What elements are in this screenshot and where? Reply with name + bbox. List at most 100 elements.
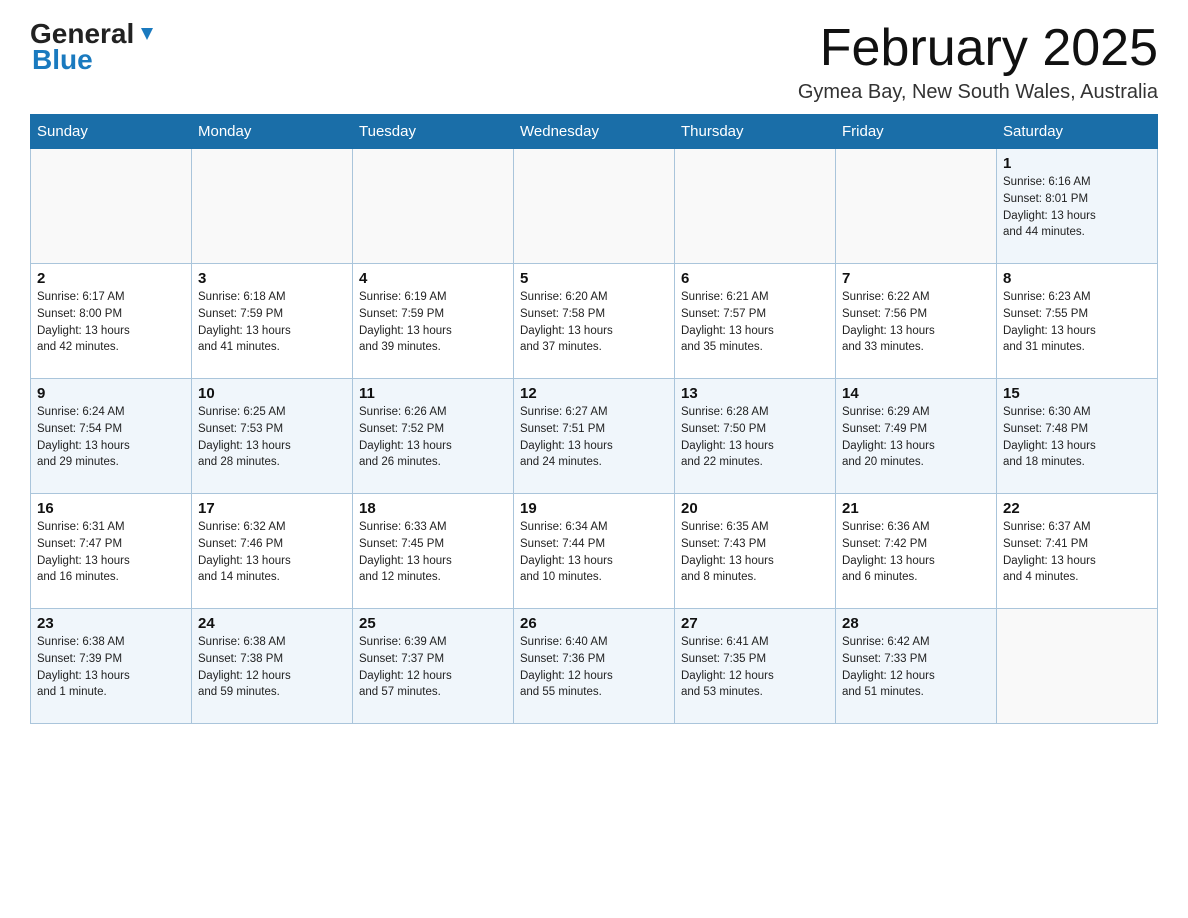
day-number: 9 [37, 385, 185, 402]
day-info: Sunrise: 6:27 AM Sunset: 7:51 PM Dayligh… [520, 404, 668, 471]
day-number: 28 [842, 615, 990, 632]
day-number: 17 [198, 500, 346, 517]
day-number: 20 [681, 500, 829, 517]
day-info: Sunrise: 6:30 AM Sunset: 7:48 PM Dayligh… [1003, 404, 1151, 471]
day-number: 16 [37, 500, 185, 517]
calendar-cell: 13 Sunrise: 6:28 AM Sunset: 7:50 PM Dayli… [675, 379, 836, 494]
weekday-header-tuesday: Tuesday [353, 115, 514, 149]
day-info: Sunrise: 6:42 AM Sunset: 7:33 PM Dayligh… [842, 634, 990, 701]
day-number: 24 [198, 615, 346, 632]
day-info: Sunrise: 6:41 AM Sunset: 7:35 PM Dayligh… [681, 634, 829, 701]
day-info: Sunrise: 6:28 AM Sunset: 7:50 PM Dayligh… [681, 404, 829, 471]
day-info: Sunrise: 6:17 AM Sunset: 8:00 PM Dayligh… [37, 289, 185, 356]
weekday-header-friday: Friday [836, 115, 997, 149]
day-number: 22 [1003, 500, 1151, 517]
day-number: 6 [681, 270, 829, 287]
calendar-week-row: 2 Sunrise: 6:17 AM Sunset: 8:00 PM Daylig… [31, 264, 1158, 379]
calendar-cell: 1Sunrise: 6:16 AM Sunset: 8:01 PM Daylig… [997, 149, 1158, 264]
calendar-cell: 3Sunrise: 6:18 AM Sunset: 7:59 PM Daylig… [192, 264, 353, 379]
day-number: 2 [37, 270, 185, 287]
calendar-cell: 28 Sunrise: 6:42 AM Sunset: 7:33 PM Dayli… [836, 609, 997, 724]
calendar-cell: 17 Sunrise: 6:32 AM Sunset: 7:46 PM Dayli… [192, 494, 353, 609]
day-number: 15 [1003, 385, 1151, 402]
day-info: Sunrise: 6:24 AM Sunset: 7:54 PM Dayligh… [37, 404, 185, 471]
calendar-cell: 15 Sunrise: 6:30 AM Sunset: 7:48 PM Dayli… [997, 379, 1158, 494]
calendar-cell: 21Sunrise: 6:36 AM Sunset: 7:42 PM Dayli… [836, 494, 997, 609]
calendar-cell: 16 Sunrise: 6:31 AM Sunset: 7:47 PM Dayli… [31, 494, 192, 609]
calendar-cell [997, 609, 1158, 724]
day-info: Sunrise: 6:35 AM Sunset: 7:43 PM Dayligh… [681, 519, 829, 586]
day-info: Sunrise: 6:38 AM Sunset: 7:38 PM Dayligh… [198, 634, 346, 701]
title-area: February 2025 Gymea Bay, New South Wales… [798, 20, 1158, 104]
day-number: 14 [842, 385, 990, 402]
calendar-cell [514, 149, 675, 264]
calendar-cell: 22 Sunrise: 6:37 AM Sunset: 7:41 PM Dayli… [997, 494, 1158, 609]
day-info: Sunrise: 6:25 AM Sunset: 7:53 PM Dayligh… [198, 404, 346, 471]
calendar-cell: 14 Sunrise: 6:29 AM Sunset: 7:49 PM Dayli… [836, 379, 997, 494]
calendar-cell: 9 Sunrise: 6:24 AM Sunset: 7:54 PM Daylig… [31, 379, 192, 494]
day-number: 11 [359, 385, 507, 402]
day-number: 27 [681, 615, 829, 632]
day-info: Sunrise: 6:31 AM Sunset: 7:47 PM Dayligh… [37, 519, 185, 586]
calendar-cell [353, 149, 514, 264]
page-header: General Blue February 2025 Gymea Bay, Ne… [30, 20, 1158, 104]
calendar-cell: 25 Sunrise: 6:39 AM Sunset: 7:37 PM Dayli… [353, 609, 514, 724]
calendar-cell: 11 Sunrise: 6:26 AM Sunset: 7:52 PM Dayli… [353, 379, 514, 494]
day-info: Sunrise: 6:33 AM Sunset: 7:45 PM Dayligh… [359, 519, 507, 586]
day-number: 12 [520, 385, 668, 402]
day-info: Sunrise: 6:21 AM Sunset: 7:57 PM Dayligh… [681, 289, 829, 356]
day-number: 1 [1003, 155, 1151, 172]
calendar-cell: 8Sunrise: 6:23 AM Sunset: 7:55 PM Daylig… [997, 264, 1158, 379]
day-number: 4 [359, 270, 507, 287]
day-number: 25 [359, 615, 507, 632]
day-number: 13 [681, 385, 829, 402]
calendar-cell: 12 Sunrise: 6:27 AM Sunset: 7:51 PM Dayli… [514, 379, 675, 494]
weekday-header-monday: Monday [192, 115, 353, 149]
calendar-cell [31, 149, 192, 264]
calendar-week-row: 9 Sunrise: 6:24 AM Sunset: 7:54 PM Daylig… [31, 379, 1158, 494]
day-info: Sunrise: 6:37 AM Sunset: 7:41 PM Dayligh… [1003, 519, 1151, 586]
calendar-cell: 27 Sunrise: 6:41 AM Sunset: 7:35 PM Dayli… [675, 609, 836, 724]
weekday-header-wednesday: Wednesday [514, 115, 675, 149]
calendar-cell: 10 Sunrise: 6:25 AM Sunset: 7:53 PM Dayli… [192, 379, 353, 494]
month-title: February 2025 [798, 20, 1158, 77]
day-info: Sunrise: 6:26 AM Sunset: 7:52 PM Dayligh… [359, 404, 507, 471]
logo-area: General Blue [30, 20, 158, 76]
weekday-header-sunday: Sunday [31, 115, 192, 149]
calendar-cell: 20 Sunrise: 6:35 AM Sunset: 7:43 PM Dayli… [675, 494, 836, 609]
day-number: 21 [842, 500, 990, 517]
day-number: 23 [37, 615, 185, 632]
calendar-week-row: 1Sunrise: 6:16 AM Sunset: 8:01 PM Daylig… [31, 149, 1158, 264]
calendar-cell [675, 149, 836, 264]
day-number: 26 [520, 615, 668, 632]
logo-text-blue: Blue [30, 44, 93, 76]
day-info: Sunrise: 6:38 AM Sunset: 7:39 PM Dayligh… [37, 634, 185, 701]
calendar-week-row: 23 Sunrise: 6:38 AM Sunset: 7:39 PM Dayli… [31, 609, 1158, 724]
calendar-cell [192, 149, 353, 264]
day-info: Sunrise: 6:19 AM Sunset: 7:59 PM Dayligh… [359, 289, 507, 356]
day-number: 5 [520, 270, 668, 287]
day-info: Sunrise: 6:32 AM Sunset: 7:46 PM Dayligh… [198, 519, 346, 586]
logo-triangle-icon [136, 24, 158, 46]
weekday-header-row: SundayMondayTuesdayWednesdayThursdayFrid… [31, 115, 1158, 149]
calendar-cell: 5Sunrise: 6:20 AM Sunset: 7:58 PM Daylig… [514, 264, 675, 379]
day-info: Sunrise: 6:29 AM Sunset: 7:49 PM Dayligh… [842, 404, 990, 471]
calendar-cell: 26 Sunrise: 6:40 AM Sunset: 7:36 PM Dayli… [514, 609, 675, 724]
day-number: 7 [842, 270, 990, 287]
calendar-cell [836, 149, 997, 264]
day-info: Sunrise: 6:39 AM Sunset: 7:37 PM Dayligh… [359, 634, 507, 701]
day-number: 10 [198, 385, 346, 402]
day-number: 19 [520, 500, 668, 517]
calendar-cell: 6 Sunrise: 6:21 AM Sunset: 7:57 PM Daylig… [675, 264, 836, 379]
calendar-table: SundayMondayTuesdayWednesdayThursdayFrid… [30, 114, 1158, 724]
weekday-header-thursday: Thursday [675, 115, 836, 149]
day-info: Sunrise: 6:40 AM Sunset: 7:36 PM Dayligh… [520, 634, 668, 701]
calendar-cell: 23 Sunrise: 6:38 AM Sunset: 7:39 PM Dayli… [31, 609, 192, 724]
calendar-cell: 7 Sunrise: 6:22 AM Sunset: 7:56 PM Daylig… [836, 264, 997, 379]
calendar-cell: 4 Sunrise: 6:19 AM Sunset: 7:59 PM Daylig… [353, 264, 514, 379]
calendar-cell: 19 Sunrise: 6:34 AM Sunset: 7:44 PM Dayli… [514, 494, 675, 609]
day-info: Sunrise: 6:23 AM Sunset: 7:55 PM Dayligh… [1003, 289, 1151, 356]
day-info: Sunrise: 6:34 AM Sunset: 7:44 PM Dayligh… [520, 519, 668, 586]
day-info: Sunrise: 6:22 AM Sunset: 7:56 PM Dayligh… [842, 289, 990, 356]
day-info: Sunrise: 6:18 AM Sunset: 7:59 PM Dayligh… [198, 289, 346, 356]
